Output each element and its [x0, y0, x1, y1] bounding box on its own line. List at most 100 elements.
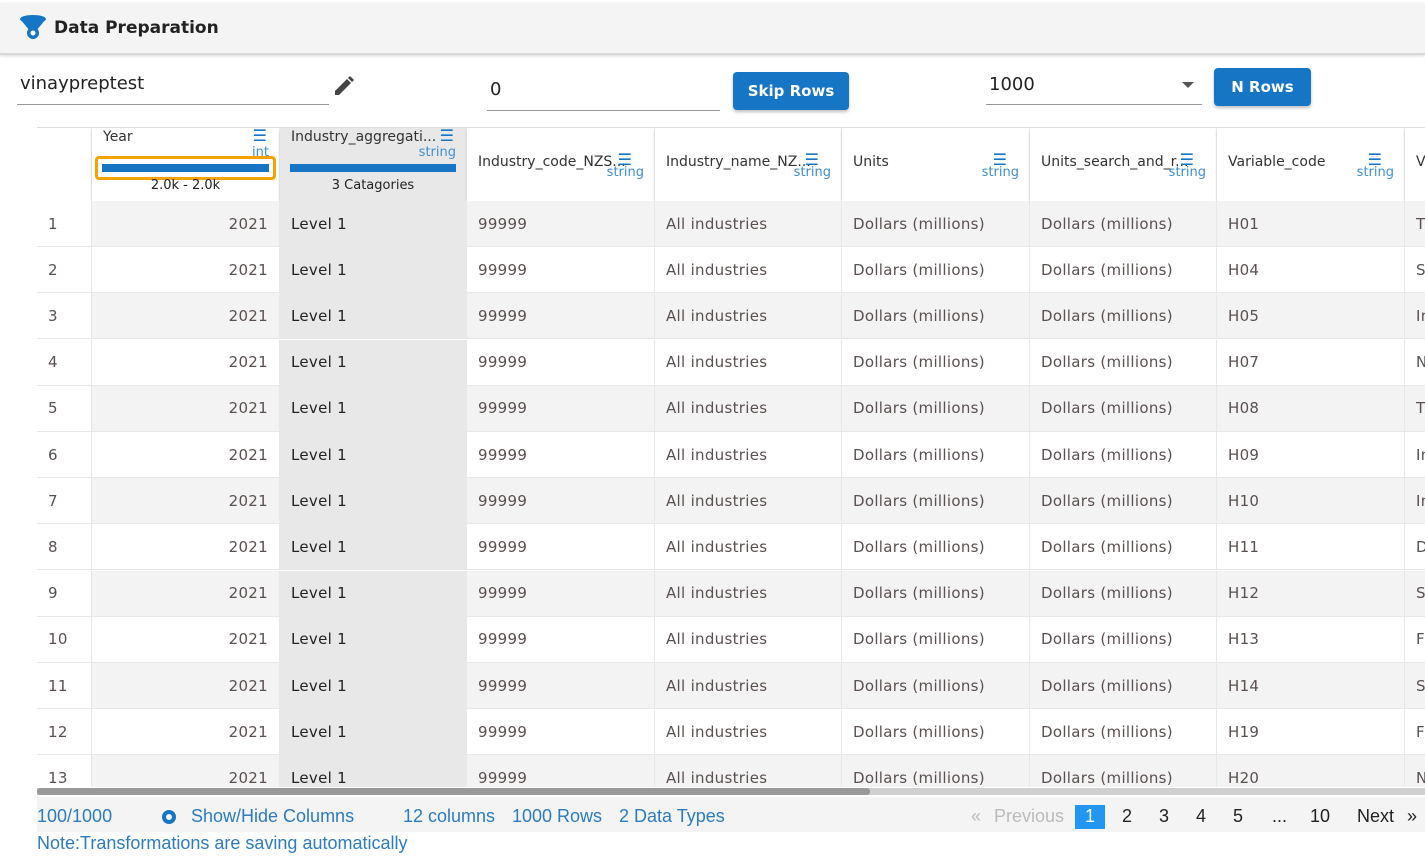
- column-header[interactable]: Variable_code ☰ string: [1217, 128, 1405, 201]
- skip-rows-input[interactable]: 0: [487, 75, 720, 111]
- page-10[interactable]: 10: [1310, 806, 1330, 827]
- n-rows-button[interactable]: N Rows: [1214, 68, 1311, 106]
- table-cell[interactable]: Level 1: [280, 293, 467, 340]
- table-cell[interactable]: All industries: [655, 709, 842, 756]
- table-cell[interactable]: Dollars (millions): [1030, 201, 1217, 247]
- table-cell[interactable]: 99999: [467, 663, 655, 709]
- page-...[interactable]: ...: [1272, 806, 1287, 827]
- table-cell[interactable]: F: [1405, 616, 1425, 663]
- table-cell[interactable]: Level 1: [280, 247, 467, 294]
- table-cell[interactable]: Dollars (millions): [842, 432, 1030, 478]
- table-cell[interactable]: All industries: [655, 201, 842, 247]
- table-cell[interactable]: Dollars (millions): [1030, 293, 1217, 340]
- dataset-name-input[interactable]: vinaypreptest: [17, 70, 329, 105]
- table-cell[interactable]: H11: [1217, 524, 1405, 571]
- table-cell[interactable]: Dollars (millions): [842, 524, 1030, 571]
- table-cell[interactable]: 2021: [92, 201, 280, 247]
- table-cell[interactable]: Level 1: [280, 755, 467, 787]
- table-cell[interactable]: H19: [1217, 709, 1405, 756]
- table-cell[interactable]: In: [1405, 432, 1425, 478]
- table-cell[interactable]: Level 1: [280, 339, 467, 386]
- table-cell[interactable]: 99999: [467, 432, 655, 478]
- table-cell[interactable]: N: [1405, 339, 1425, 386]
- table-cell[interactable]: Dollars (millions): [1030, 663, 1217, 709]
- table-cell[interactable]: All industries: [655, 616, 842, 663]
- page-3[interactable]: 3: [1159, 806, 1169, 827]
- table-cell[interactable]: Level 1: [280, 478, 467, 525]
- table-cell[interactable]: Dollars (millions): [842, 570, 1030, 617]
- table-cell[interactable]: S: [1405, 663, 1425, 709]
- table-cell[interactable]: Dollars (millions): [842, 616, 1030, 663]
- table-cell[interactable]: 99999: [467, 385, 655, 432]
- table-cell[interactable]: Level 1: [280, 709, 467, 756]
- table-cell[interactable]: 99999: [467, 201, 655, 247]
- table-cell[interactable]: 2021: [92, 663, 280, 709]
- table-cell[interactable]: 2021: [92, 524, 280, 571]
- table-cell[interactable]: H08: [1217, 385, 1405, 432]
- table-cell[interactable]: Dollars (millions): [842, 385, 1030, 432]
- table-cell[interactable]: 99999: [467, 709, 655, 756]
- skip-rows-button[interactable]: Skip Rows: [733, 72, 849, 110]
- table-cell[interactable]: Level 1: [280, 524, 467, 571]
- table-cell[interactable]: All industries: [655, 385, 842, 432]
- table-cell[interactable]: S: [1405, 570, 1425, 617]
- next-page-button[interactable]: Next: [1357, 806, 1394, 827]
- table-cell[interactable]: Dollars (millions): [1030, 570, 1217, 617]
- column-header[interactable]: Industry_name_NZ... ☰ string: [655, 128, 842, 201]
- table-cell[interactable]: Dollars (millions): [1030, 339, 1217, 386]
- table-cell[interactable]: Level 1: [280, 663, 467, 709]
- table-cell[interactable]: 99999: [467, 293, 655, 340]
- table-cell[interactable]: 99999: [467, 339, 655, 386]
- column-header[interactable]: V: [1405, 128, 1425, 201]
- table-cell[interactable]: 99999: [467, 524, 655, 571]
- eye-icon[interactable]: [162, 810, 176, 824]
- table-cell[interactable]: T: [1405, 385, 1425, 432]
- column-header[interactable]: Year ☰ int 2.0k - 2.0k: [92, 128, 280, 201]
- table-cell[interactable]: H07: [1217, 339, 1405, 386]
- scrollbar-thumb[interactable]: [37, 788, 870, 795]
- table-cell[interactable]: Dollars (millions): [1030, 524, 1217, 571]
- table-cell[interactable]: H05: [1217, 293, 1405, 340]
- table-cell[interactable]: All industries: [655, 755, 842, 787]
- table-cell[interactable]: Dollars (millions): [1030, 385, 1217, 432]
- table-cell[interactable]: 2021: [92, 616, 280, 663]
- n-rows-select[interactable]: 1000: [986, 70, 1202, 105]
- horizontal-scrollbar[interactable]: [37, 788, 1425, 795]
- table-cell[interactable]: Dollars (millions): [842, 663, 1030, 709]
- table-cell[interactable]: Dollars (millions): [1030, 478, 1217, 525]
- table-cell[interactable]: Dollars (millions): [1030, 616, 1217, 663]
- table-cell[interactable]: 99999: [467, 247, 655, 294]
- table-cell[interactable]: H14: [1217, 663, 1405, 709]
- table-cell[interactable]: Dollars (millions): [1030, 709, 1217, 756]
- table-cell[interactable]: 2021: [92, 385, 280, 432]
- table-cell[interactable]: T: [1405, 201, 1425, 247]
- table-cell[interactable]: All industries: [655, 570, 842, 617]
- table-cell[interactable]: All industries: [655, 478, 842, 525]
- table-cell[interactable]: Dollars (millions): [1030, 432, 1217, 478]
- table-cell[interactable]: All industries: [655, 339, 842, 386]
- table-cell[interactable]: All industries: [655, 247, 842, 294]
- table-cell[interactable]: Dollars (millions): [842, 293, 1030, 340]
- table-cell[interactable]: Dollars (millions): [842, 201, 1030, 247]
- table-cell[interactable]: H20: [1217, 755, 1405, 787]
- column-header[interactable]: Industry_code_NZS... ☰ string: [467, 128, 655, 201]
- column-header[interactable]: Units ☰ string: [842, 128, 1030, 201]
- table-cell[interactable]: Level 1: [280, 616, 467, 663]
- table-cell[interactable]: All industries: [655, 432, 842, 478]
- table-cell[interactable]: All industries: [655, 663, 842, 709]
- table-cell[interactable]: H01: [1217, 201, 1405, 247]
- table-cell[interactable]: 99999: [467, 755, 655, 787]
- table-cell[interactable]: 2021: [92, 339, 280, 386]
- table-cell[interactable]: Dollars (millions): [842, 339, 1030, 386]
- table-cell[interactable]: Dollars (millions): [1030, 247, 1217, 294]
- table-cell[interactable]: Dollars (millions): [842, 247, 1030, 294]
- table-cell[interactable]: F: [1405, 709, 1425, 756]
- show-hide-columns-link[interactable]: Show/Hide Columns: [191, 806, 354, 827]
- column-header[interactable]: Industry_aggregati... ☰ string 3 Catagories: [280, 128, 467, 201]
- table-cell[interactable]: Level 1: [280, 201, 467, 247]
- table-cell[interactable]: 99999: [467, 478, 655, 525]
- page-2[interactable]: 2: [1122, 806, 1132, 827]
- previous-page-button[interactable]: Previous: [994, 806, 1064, 827]
- table-cell[interactable]: H09: [1217, 432, 1405, 478]
- table-cell[interactable]: Dollars (millions): [1030, 755, 1217, 787]
